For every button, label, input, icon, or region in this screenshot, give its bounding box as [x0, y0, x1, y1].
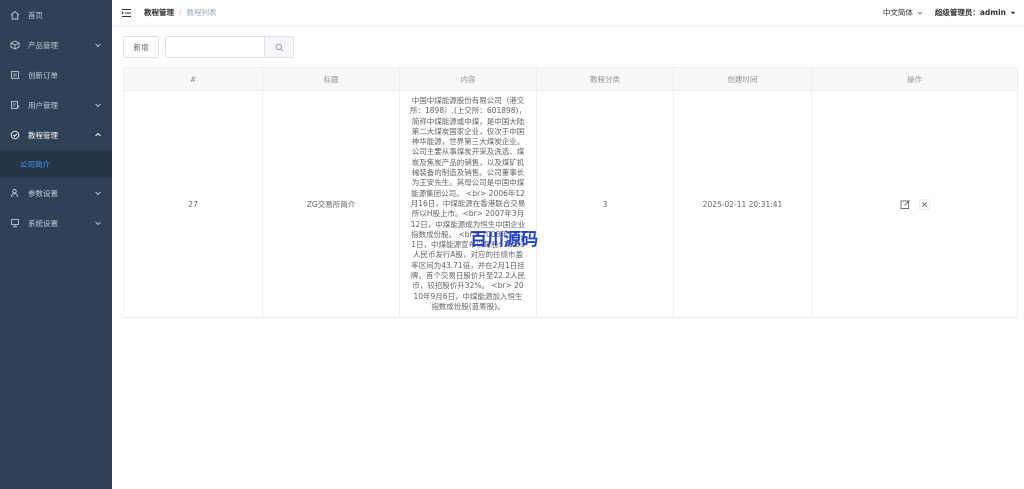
sidebar-item-label: 教程管理 — [28, 130, 58, 140]
sidebar-item-label: 创新订单 — [28, 70, 58, 80]
close-icon — [918, 199, 930, 210]
breadcrumb-item-list: 教程列表 — [186, 8, 217, 17]
table-header-row: # 标题 内容 教程分类 创建时间 操作 — [123, 67, 1018, 91]
sidebar-item-users[interactable]: 用户管理 — [0, 90, 112, 120]
add-button[interactable]: 新增 — [123, 36, 159, 58]
home-icon — [10, 10, 20, 20]
sidebar-item-label: 产品管理 — [28, 40, 58, 50]
toolbar: 新增 — [123, 36, 294, 58]
hamburger-icon[interactable] — [120, 7, 132, 19]
search-group — [165, 36, 294, 58]
navbar-right: 中文简体 超级管理员：admin — [883, 0, 1016, 25]
navbar: 教程管理 / 教程列表 中文简体 超级管理员：admin — [112, 0, 1024, 25]
column-header-title: 标题 — [262, 67, 400, 91]
edit-button[interactable] — [900, 199, 911, 210]
language-dropdown[interactable]: 中文简体 — [883, 7, 923, 18]
chevron-down-icon — [917, 11, 923, 15]
search-input[interactable] — [165, 36, 264, 58]
language-label: 中文简体 — [882, 8, 913, 17]
chevron-down-icon — [95, 191, 101, 196]
edit-icon — [900, 199, 910, 209]
column-header-content: 内容 — [399, 67, 537, 91]
column-header-id: # — [123, 67, 263, 91]
search-icon — [275, 43, 283, 51]
cell-content: 中国中煤能源股份有限公司（港交所：1898）,(上交所：601898)，简称中煤… — [399, 89, 537, 319]
cell-id: 27 — [123, 89, 263, 319]
column-header-actions: 操作 — [811, 67, 1018, 91]
column-header-created: 创建时间 — [673, 67, 812, 91]
monitor-icon — [10, 218, 20, 228]
caret-down-icon — [1010, 11, 1016, 14]
watermark-logo: 百川源码 — [470, 230, 538, 250]
chevron-down-icon — [95, 221, 101, 226]
sidebar-item-label: 系统设置 — [28, 218, 58, 228]
user-card-icon — [10, 100, 20, 110]
sidebar-item-label: 用户管理 — [28, 100, 58, 110]
user-dropdown[interactable]: 超级管理员：admin — [935, 7, 1016, 18]
cell-actions — [811, 89, 1018, 319]
sidebar-item-label: 参数设置 — [28, 188, 58, 198]
table-row: 27 ZG交易所简介 中国中煤能源股份有限公司（港交所：1898）,(上交所：6… — [123, 89, 1018, 319]
sidebar-item-params[interactable]: 参数设置 — [0, 178, 112, 208]
box-icon — [10, 40, 20, 50]
cell-title: ZG交易所简介 — [262, 89, 400, 319]
order-icon — [10, 70, 20, 80]
sidebar-item-system[interactable]: 系统设置 — [0, 208, 112, 238]
cell-created: 2025-02-11 20:31:41 — [673, 89, 812, 319]
column-header-category: 教程分类 — [536, 67, 674, 91]
submenu-tutorials: 公司简介 — [0, 150, 112, 178]
data-table: # 标题 内容 教程分类 创建时间 操作 27 ZG交易所简介 中国中煤能源股份… — [123, 67, 1018, 319]
search-button[interactable] — [264, 36, 294, 58]
sidebar-item-home[interactable]: 首页 — [0, 0, 112, 30]
check-circle-icon — [10, 130, 20, 140]
chevron-up-icon — [95, 132, 101, 137]
breadcrumb: 教程管理 / 教程列表 — [144, 7, 217, 18]
sidebar-item-tutorials[interactable]: 教程管理 — [0, 120, 112, 150]
breadcrumb-item-tutorials[interactable]: 教程管理 — [144, 7, 174, 18]
chevron-down-icon — [95, 103, 101, 108]
sidebar: 首页 产品管理 创新订单 用户管理 教程管理 公司简介 参数设置 系统设置 — [0, 0, 112, 489]
sidebar-item-label: 首页 — [28, 10, 43, 20]
cell-category: 3 — [536, 89, 674, 319]
sidebar-subitem-company-intro[interactable]: 公司简介 — [0, 150, 112, 178]
user-label: 超级管理员：admin — [934, 8, 1006, 17]
delete-button[interactable] — [918, 199, 930, 210]
chevron-down-icon — [95, 43, 101, 48]
sidebar-item-products[interactable]: 产品管理 — [0, 30, 112, 60]
row-actions — [812, 199, 1017, 210]
user-setting-icon — [10, 188, 20, 198]
sidebar-item-orders[interactable]: 创新订单 — [0, 60, 112, 90]
